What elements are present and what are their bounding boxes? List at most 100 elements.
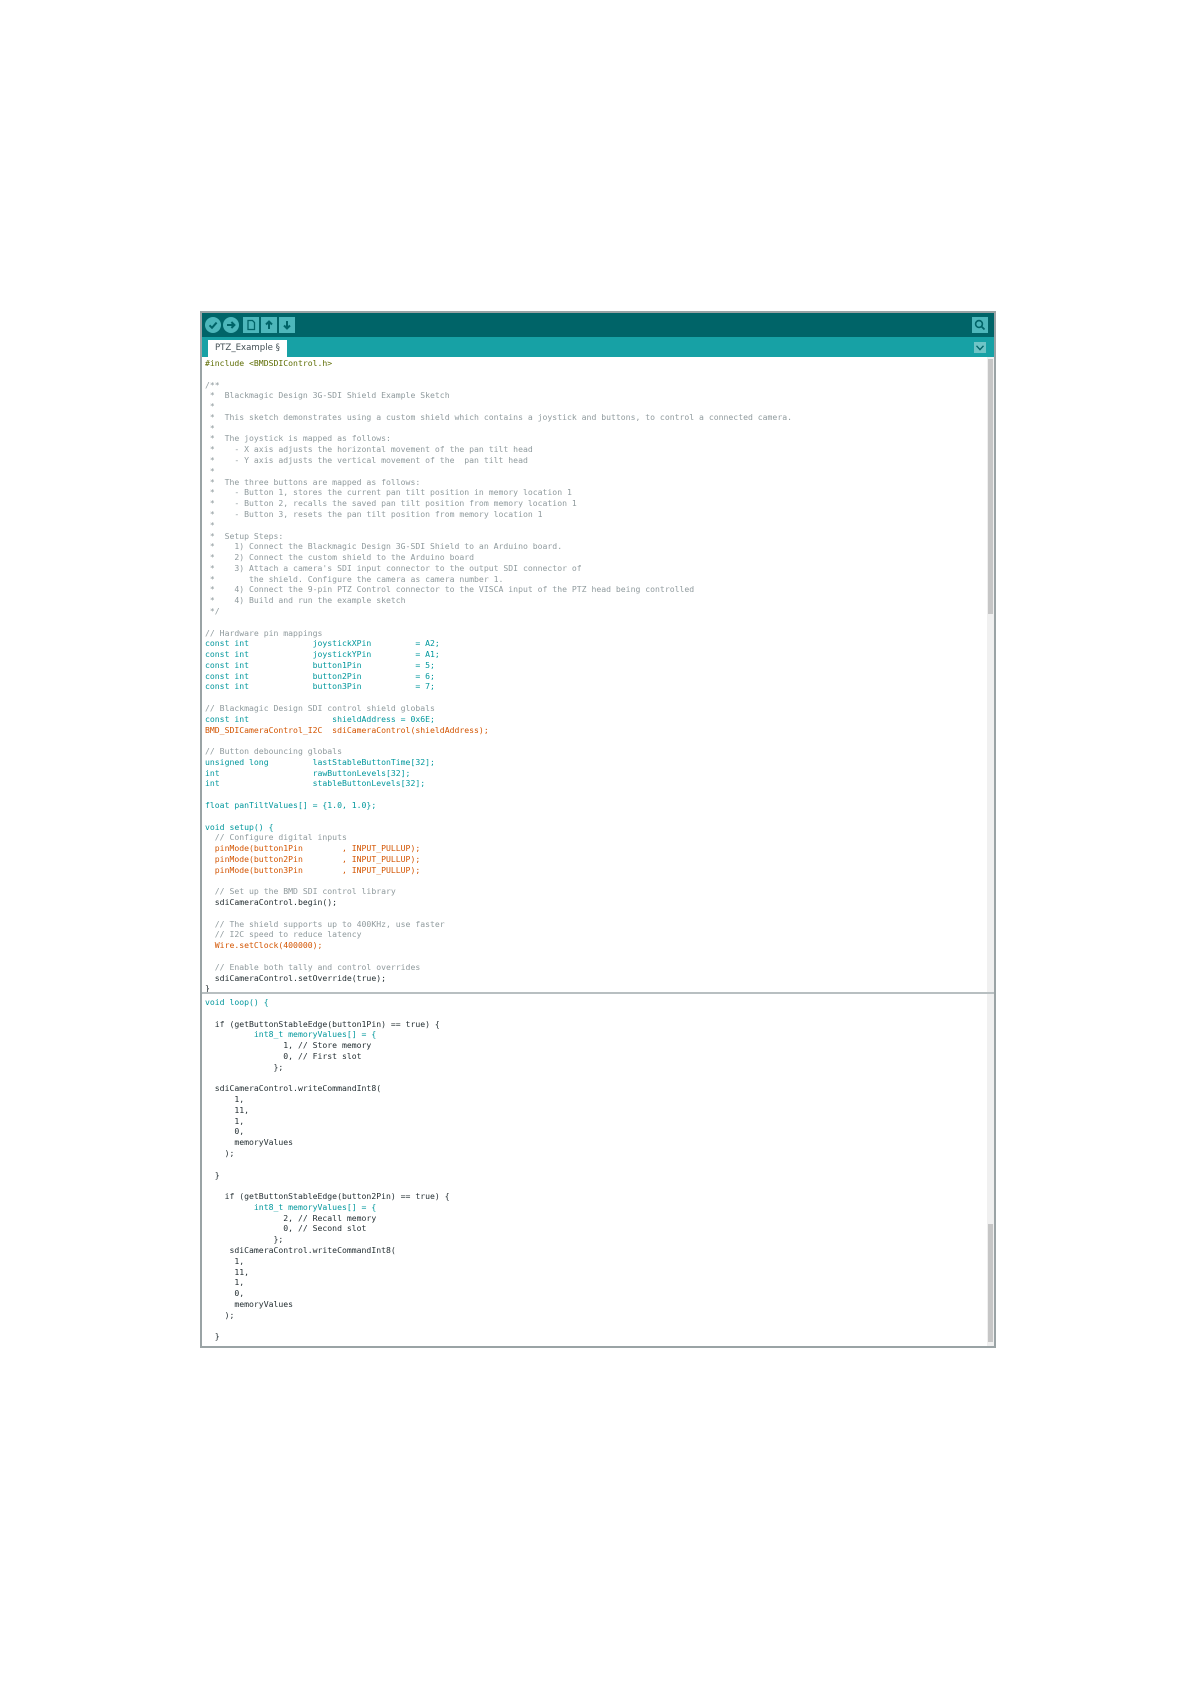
code-line: Wire.setClock(400000); bbox=[205, 940, 323, 951]
code-line: sdiCameraControl.setOverride(true); bbox=[205, 972, 386, 983]
code-line: const int shieldAddress = 0x6E; bbox=[205, 713, 435, 724]
code-line: // The shield supports up to 400KHz, use… bbox=[205, 918, 445, 929]
code-line: * the shield. Configure the camera as ca… bbox=[205, 573, 504, 584]
code-line: 11, bbox=[205, 1104, 250, 1115]
code-line: * 2) Connect the custom shield to the Ar… bbox=[205, 552, 475, 563]
code-line: // Enable both tally and control overrid… bbox=[205, 961, 421, 972]
code-line: const int button2Pin = 6; bbox=[205, 670, 435, 681]
new-button[interactable] bbox=[243, 317, 259, 333]
tab-menu-button[interactable] bbox=[974, 342, 986, 353]
verify-button[interactable] bbox=[205, 317, 221, 333]
code-editor-bottom[interactable]: void loop() { if (getButtonStableEdge(bu… bbox=[202, 994, 994, 1346]
code-block-setup: #include <BMDSDIControl.h> /** * Blackma… bbox=[205, 358, 792, 992]
code-line: float panTiltValues[] = {1.0, 1.0}; bbox=[205, 800, 377, 811]
tab-ptz-example[interactable]: PTZ_Example § bbox=[208, 340, 287, 357]
upload-button[interactable] bbox=[223, 317, 239, 333]
code-line: // Set up the BMD SDI control library bbox=[205, 886, 396, 897]
code-line: 2, // Recall memory bbox=[205, 1212, 377, 1223]
code-line: memoryValues bbox=[205, 1298, 294, 1309]
save-button[interactable] bbox=[279, 317, 295, 333]
code-line: * - Button 2, recalls the saved pan tilt… bbox=[205, 498, 577, 509]
code-line: #include <BMDSDIControl.h> bbox=[205, 358, 333, 368]
code-line: pinMode(button3Pin , INPUT_PULLUP); bbox=[205, 864, 421, 875]
code-line: */ bbox=[205, 605, 220, 616]
code-line: const int joystickYPin = A1; bbox=[205, 649, 440, 660]
code-line: 0, // First slot bbox=[205, 1050, 362, 1061]
code-line: } bbox=[205, 983, 210, 992]
code-line: * - X axis adjusts the horizontal moveme… bbox=[205, 444, 533, 455]
code-line: const int button3Pin = 7; bbox=[205, 681, 435, 692]
arrow-up-icon bbox=[261, 317, 277, 333]
tab-bar: PTZ_Example § bbox=[202, 337, 994, 357]
code-line: // Hardware pin mappings bbox=[205, 627, 323, 638]
code-line: * 4) Connect the 9-pin PTZ Control conne… bbox=[205, 584, 695, 595]
code-line: ); bbox=[205, 1309, 235, 1320]
code-line: unsigned long lastStableButtonTime[32]; bbox=[205, 756, 435, 767]
code-line: const int button1Pin = 5; bbox=[205, 659, 435, 670]
code-block-loop: void loop() { if (getButtonStableEdge(bu… bbox=[205, 997, 450, 1342]
code-line: 11, bbox=[205, 1266, 250, 1277]
code-editor-top[interactable]: #include <BMDSDIControl.h> /** * Blackma… bbox=[202, 357, 994, 992]
code-line: sdiCameraControl.begin(); bbox=[205, 897, 338, 908]
ide-window: PTZ_Example § #include <BMDSDIControl.h>… bbox=[200, 311, 996, 1348]
code-line: * This sketch demonstrates using a custo… bbox=[205, 411, 792, 422]
code-line: BMD_SDICameraControl_I2C sdiCameraContro… bbox=[205, 724, 489, 735]
code-line: /** bbox=[205, 379, 220, 390]
code-line: } bbox=[205, 1169, 220, 1180]
code-line: * - Button 3, resets the pan tilt positi… bbox=[205, 508, 543, 519]
code-line: int rawButtonLevels[32]; bbox=[205, 767, 411, 778]
code-line: sdiCameraControl.writeCommandInt8( bbox=[205, 1083, 382, 1094]
code-line: // Blackmagic Design SDI control shield … bbox=[205, 703, 435, 713]
scrollbar-thumb[interactable] bbox=[988, 359, 993, 614]
code-line: ); bbox=[205, 1147, 235, 1158]
new-file-icon bbox=[243, 317, 259, 333]
code-line: pinMode(button1Pin , INPUT_PULLUP); bbox=[205, 843, 421, 854]
code-line: 1, bbox=[205, 1277, 245, 1288]
code-line: * The joystick is mapped as follows: bbox=[205, 433, 391, 444]
serial-monitor-button[interactable] bbox=[972, 317, 988, 333]
code-line: 0, bbox=[205, 1126, 245, 1137]
code-line: // Configure digital inputs bbox=[205, 832, 347, 843]
code-line: int8_t memoryValues[] = { bbox=[205, 1029, 377, 1040]
code-line: 1, bbox=[205, 1094, 245, 1105]
code-line: } bbox=[205, 1331, 220, 1342]
code-line: int8_t memoryValues[] = { bbox=[205, 1201, 377, 1212]
code-line: void loop() { bbox=[205, 997, 269, 1007]
code-line: * Blackmagic Design 3G-SDI Shield Exampl… bbox=[205, 390, 450, 401]
code-line: // Button debouncing globals bbox=[205, 746, 342, 757]
code-line: }; bbox=[205, 1061, 284, 1072]
arrow-down-icon bbox=[279, 317, 295, 333]
code-line: int stableButtonLevels[32]; bbox=[205, 778, 426, 789]
code-line: 1, // Store memory bbox=[205, 1040, 372, 1051]
code-line: // I2C speed to reduce latency bbox=[205, 929, 362, 940]
code-line: * - Button 1, stores the current pan til… bbox=[205, 487, 572, 498]
code-line: * The three buttons are mapped as follow… bbox=[205, 476, 421, 487]
scrollbar-top[interactable] bbox=[987, 357, 994, 992]
code-line: void setup() { bbox=[205, 821, 274, 832]
code-line: * - Y axis adjusts the vertical movement… bbox=[205, 455, 528, 466]
code-line: * Setup Steps: bbox=[205, 530, 284, 541]
code-line: pinMode(button2Pin , INPUT_PULLUP); bbox=[205, 853, 421, 864]
code-line: * bbox=[205, 519, 215, 530]
scrollbar-thumb[interactable] bbox=[988, 1224, 993, 1342]
arrow-right-icon bbox=[223, 317, 239, 333]
code-line: memoryValues bbox=[205, 1137, 294, 1148]
code-line: sdiCameraControl.writeCommandInt8( bbox=[205, 1244, 396, 1255]
magnifier-icon bbox=[972, 317, 988, 333]
code-line: * bbox=[205, 465, 215, 476]
checkmark-icon bbox=[205, 317, 221, 333]
scrollbar-bottom[interactable] bbox=[987, 994, 994, 1346]
chevron-down-icon bbox=[976, 344, 984, 351]
code-line: }; bbox=[205, 1234, 284, 1245]
code-line: * 1) Connect the Blackmagic Design 3G-SD… bbox=[205, 541, 563, 552]
code-line: 1, bbox=[205, 1255, 245, 1266]
code-line: * 4) Build and run the example sketch bbox=[205, 595, 406, 606]
code-line: * bbox=[205, 422, 215, 433]
code-line: if (getButtonStableEdge(button2Pin) == t… bbox=[205, 1191, 450, 1202]
code-line: 1, bbox=[205, 1115, 245, 1126]
code-line: 0, bbox=[205, 1288, 245, 1299]
code-line: if (getButtonStableEdge(button1Pin) == t… bbox=[205, 1018, 440, 1029]
code-line: 0, // Second slot bbox=[205, 1223, 367, 1234]
code-line: * 3) Attach a camera's SDI input connect… bbox=[205, 562, 582, 573]
open-button[interactable] bbox=[261, 317, 277, 333]
